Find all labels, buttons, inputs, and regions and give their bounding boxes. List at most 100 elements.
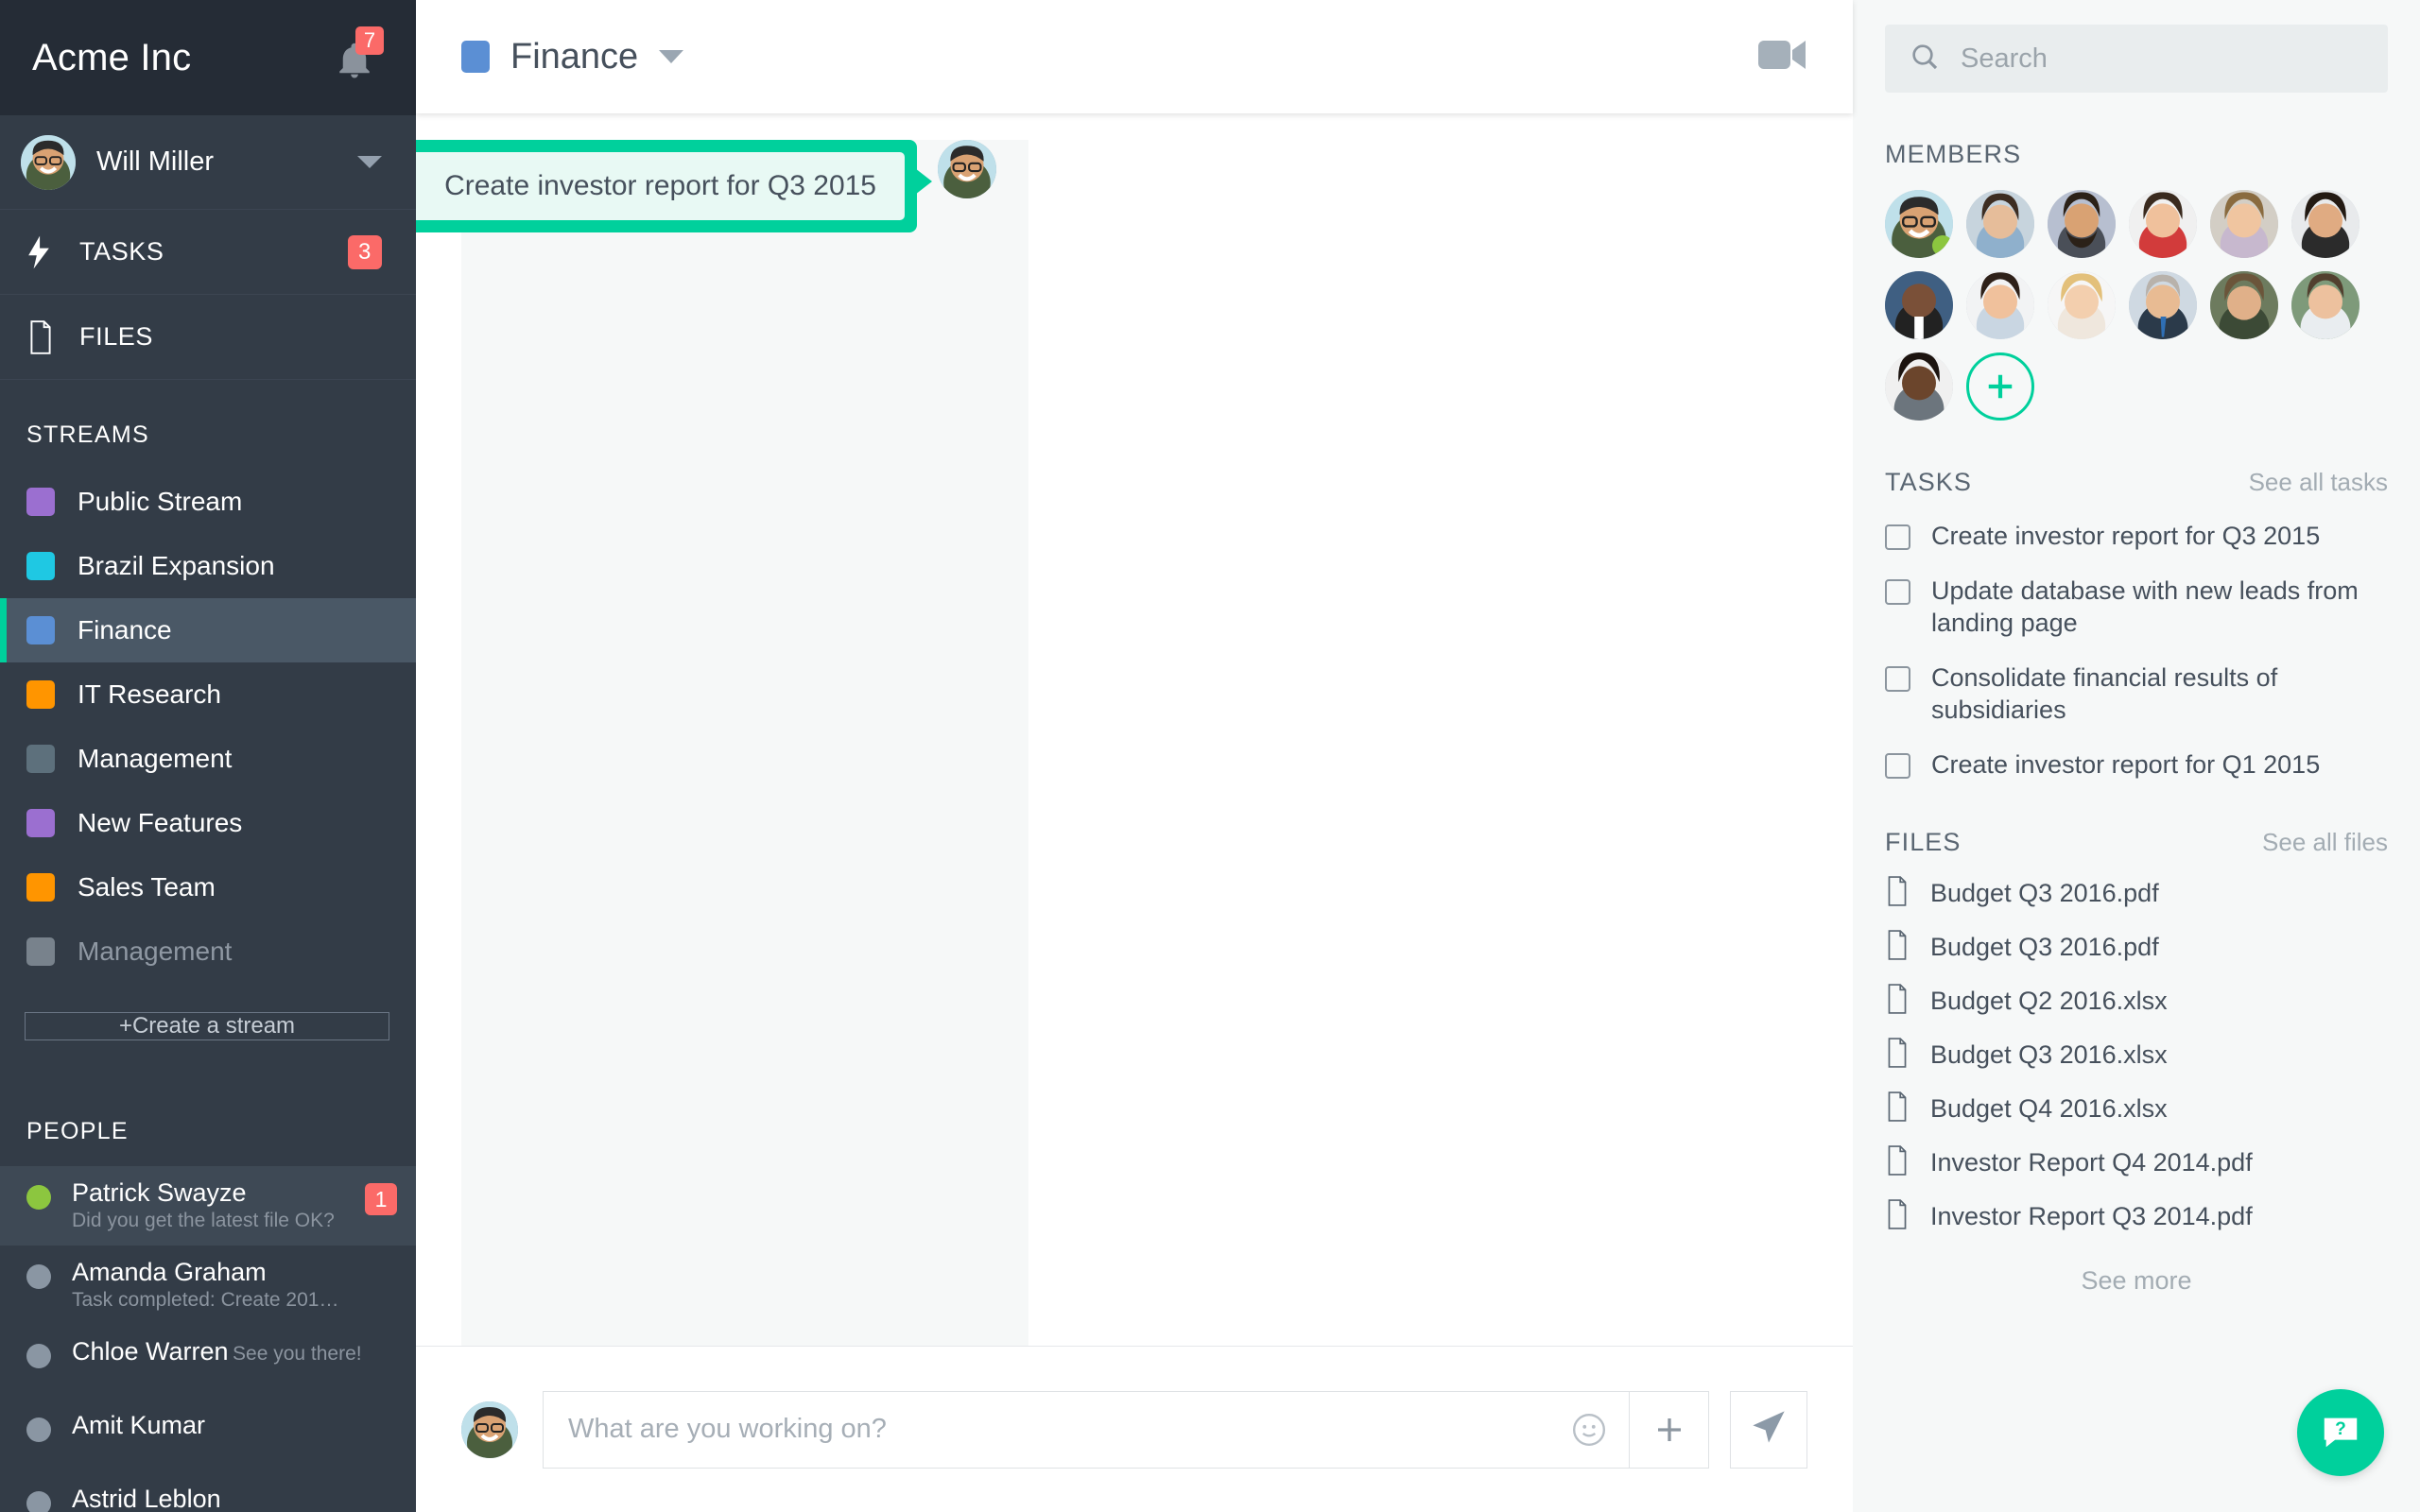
search-input[interactable] <box>1961 43 2363 75</box>
person-name: Amanda Graham <box>72 1258 267 1286</box>
stream-label: Sales Team <box>78 872 216 902</box>
task-checkbox[interactable] <box>1885 666 1910 692</box>
chevron-down-icon[interactable] <box>659 50 684 63</box>
sidebar-stream-it-research[interactable]: IT Research <box>0 662 416 727</box>
stream-label: Finance <box>78 615 172 644</box>
file-row[interactable]: Investor Report Q4 2014.pdf <box>1885 1145 2388 1180</box>
stream-color-swatch <box>26 873 55 902</box>
file-name: Budget Q3 2016.xlsx <box>1930 1040 2168 1069</box>
plus-icon[interactable] <box>1629 1390 1708 1469</box>
stream-label: Management <box>78 744 233 773</box>
streams-heading: STREAMS <box>26 421 149 448</box>
person-unread-badge: 1 <box>365 1183 397 1215</box>
people-item-patrick-swayze[interactable]: Patrick Swayze Did you get the latest fi… <box>0 1166 416 1246</box>
current-user-row[interactable]: Will Miller <box>0 115 416 210</box>
notifications-badge: 7 <box>355 26 384 55</box>
send-button[interactable] <box>1730 1390 1807 1469</box>
status-dot-online <box>26 1185 51 1210</box>
message-list: Create investor report for Q3 2015 Oct 0… <box>416 113 1853 1346</box>
stream-label: Public Stream <box>78 487 243 516</box>
stream-color-swatch <box>26 616 55 644</box>
tasks-badge: 3 <box>348 234 382 269</box>
avatar <box>938 140 996 198</box>
file-row[interactable]: Budget Q4 2016.xlsx <box>1885 1091 2388 1126</box>
task-row[interactable]: Consolidate financial results of subsidi… <box>1885 662 2388 726</box>
member-avatar[interactable] <box>2129 190 2197 258</box>
person-name: Astrid Leblon <box>72 1485 221 1512</box>
member-avatar[interactable] <box>2129 271 2197 339</box>
sidebar-item-tasks[interactable]: TASKS 3 <box>0 210 416 295</box>
task-row[interactable]: Create investor report for Q1 2015 <box>1885 748 2388 781</box>
see-all-files-link[interactable]: See all files <box>2262 828 2388 857</box>
help-chat-button[interactable]: ? <box>2297 1389 2384 1476</box>
workspace-title: Acme Inc <box>32 36 192 78</box>
sidebar-stream-management-muted[interactable]: Management <box>0 919 416 984</box>
task-checkbox[interactable] <box>1885 579 1910 605</box>
member-avatar[interactable] <box>2048 271 2116 339</box>
add-member-button[interactable] <box>1966 352 2034 421</box>
page-title: Finance <box>510 36 639 77</box>
member-avatar[interactable] <box>1966 190 2034 258</box>
person-name: Chloe Warren <box>72 1337 229 1366</box>
sidebar-stream-new-features[interactable]: New Features <box>0 791 416 855</box>
member-avatar[interactable] <box>2291 271 2360 339</box>
sidebar-stream-finance[interactable]: Finance <box>0 598 416 662</box>
avatar <box>461 1400 518 1458</box>
see-all-tasks-link[interactable]: See all tasks <box>2249 468 2388 497</box>
avatar <box>21 134 76 190</box>
task-checkbox[interactable] <box>1885 524 1910 550</box>
current-user-name: Will Miller <box>96 146 215 177</box>
message-input[interactable] <box>544 1414 1549 1445</box>
sidebar-item-tasks-label: TASKS <box>79 237 164 266</box>
create-stream-button[interactable]: +Create a stream <box>25 1012 389 1040</box>
member-avatar[interactable] <box>1966 271 2034 339</box>
task-bubble[interactable]: Create investor report for Q3 2015 <box>416 140 932 232</box>
people-item-astrid-leblon[interactable]: Astrid Leblon <box>0 1472 416 1512</box>
file-icon <box>1885 1091 1910 1126</box>
sidebar-item-files-label: FILES <box>79 322 154 351</box>
task-checkbox[interactable] <box>1885 753 1910 779</box>
files-header: FILES See all files <box>1885 828 2388 857</box>
notifications-button[interactable]: 7 <box>329 26 384 83</box>
sidebar-stream-public-stream[interactable]: Public Stream <box>0 470 416 534</box>
file-row[interactable]: Investor Report Q3 2014.pdf <box>1885 1199 2388 1234</box>
task-row[interactable]: Create investor report for Q3 2015 <box>1885 520 2388 552</box>
member-avatar[interactable] <box>2210 271 2278 339</box>
member-avatar[interactable] <box>2048 190 2116 258</box>
sidebar-stream-management[interactable]: Management <box>0 727 416 791</box>
sidebar-stream-sales-team[interactable]: Sales Team <box>0 855 416 919</box>
file-icon <box>1885 1145 1910 1180</box>
file-name: Budget Q2 2016.xlsx <box>1930 987 2168 1015</box>
message-task: Create investor report for Q3 2015 <box>416 140 1028 1346</box>
file-name: Budget Q3 2016.pdf <box>1930 879 2159 907</box>
members-title: MEMBERS <box>1885 140 2022 168</box>
file-row[interactable]: Budget Q2 2016.xlsx <box>1885 984 2388 1019</box>
chevron-down-icon[interactable] <box>357 156 382 168</box>
sidebar-stream-brazil-expansion[interactable]: Brazil Expansion <box>0 534 416 598</box>
search-box[interactable] <box>1885 25 2388 93</box>
people-item-chloe-warren[interactable]: Chloe Warren See you there! <box>0 1325 416 1399</box>
status-dot-offline <box>26 1491 51 1512</box>
people-item-amit-kumar[interactable]: Amit Kumar <box>0 1399 416 1472</box>
people-item-amanda-graham[interactable]: Amanda Graham Task completed: Create 201… <box>0 1246 416 1325</box>
member-avatar[interactable] <box>1885 190 1953 258</box>
sidebar-item-files[interactable]: FILES <box>0 295 416 380</box>
file-name: Investor Report Q3 2014.pdf <box>1930 1202 2253 1230</box>
member-avatar[interactable] <box>1885 352 1953 421</box>
person-preview: Task completed: Create 201… <box>72 1289 339 1311</box>
stream-color-swatch <box>26 745 55 773</box>
file-row[interactable]: Budget Q3 2016.xlsx <box>1885 1038 2388 1073</box>
task-row[interactable]: Update database with new leads from land… <box>1885 575 2388 639</box>
bolt-icon <box>26 235 70 269</box>
member-avatar[interactable] <box>2291 190 2360 258</box>
file-row[interactable]: Budget Q3 2016.pdf <box>1885 930 2388 965</box>
file-icon <box>1885 930 1910 965</box>
file-row[interactable]: Budget Q3 2016.pdf <box>1885 876 2388 911</box>
smiley-icon[interactable] <box>1549 1391 1629 1469</box>
member-avatar[interactable] <box>1885 271 1953 339</box>
stream-label: Brazil Expansion <box>78 551 275 580</box>
people-heading: PEOPLE <box>26 1118 129 1144</box>
see-more-files-link[interactable]: See more <box>1885 1266 2388 1296</box>
member-avatar[interactable] <box>2210 190 2278 258</box>
video-camera-icon[interactable] <box>1758 37 1807 77</box>
